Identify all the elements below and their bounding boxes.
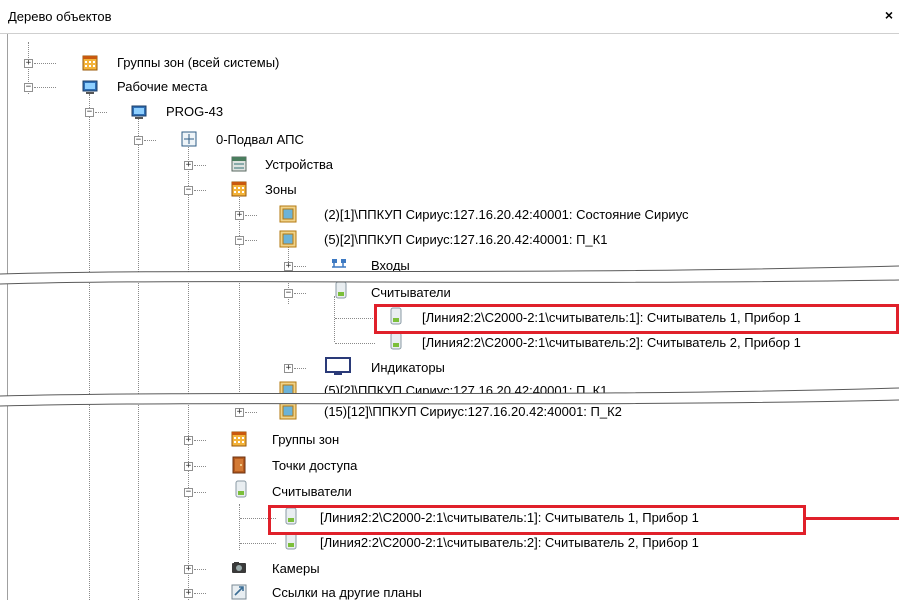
- collapse-toggle[interactable]: −: [184, 488, 193, 497]
- reader-icon: [390, 332, 402, 350]
- tree-item-label[interactable]: Группы зон (всей системы): [117, 55, 279, 70]
- link-icon: [231, 584, 247, 600]
- tree-line: [245, 240, 257, 241]
- tree-line: [95, 112, 107, 113]
- camera-icon: [232, 562, 246, 573]
- tree-line: [188, 142, 189, 600]
- tree-line: [334, 296, 335, 342]
- close-button[interactable]: ×: [885, 7, 893, 23]
- tree-item-label[interactable]: Рабочие места: [117, 79, 207, 94]
- tree-item-label[interactable]: Ссылки на другие планы: [272, 585, 422, 600]
- tree-item-label[interactable]: Считыватели: [272, 484, 352, 499]
- tree-line: [194, 569, 206, 570]
- tree-item-label[interactable]: Устройства: [265, 157, 333, 172]
- tree-item-label[interactable]: Зоны: [265, 182, 297, 197]
- tree-line: [240, 543, 276, 544]
- panel-title: Дерево объектов: [8, 9, 112, 24]
- expand-toggle[interactable]: +: [184, 462, 193, 471]
- tree-item-label[interactable]: (5)[2]\ППКУП Сириус:127.16.20.42:40001: …: [324, 232, 607, 247]
- plan-icon: [181, 131, 197, 147]
- tree-item-label[interactable]: [Линия2:2\С2000-2:1\считыватель:2]: Счит…: [320, 535, 699, 550]
- panel-header: Дерево объектов ×: [0, 0, 899, 34]
- tree-item-label[interactable]: Индикаторы: [371, 360, 445, 375]
- expand-toggle[interactable]: +: [184, 436, 193, 445]
- tree-line: [89, 94, 90, 600]
- zone-icon: [279, 205, 297, 223]
- tree-line: [194, 165, 206, 166]
- tree-line: [194, 593, 206, 594]
- expand-toggle[interactable]: +: [184, 161, 193, 170]
- tree-item-label[interactable]: Точки доступа: [272, 458, 357, 473]
- expand-toggle[interactable]: +: [24, 59, 33, 68]
- door-icon: [232, 456, 246, 474]
- tree-item-label[interactable]: Камеры: [272, 561, 320, 576]
- tree-item-label[interactable]: (2)[1]\ППКУП Сириус:127.16.20.42:40001: …: [324, 207, 689, 222]
- tree-item-label[interactable]: Группы зон: [272, 432, 339, 447]
- zone-icon: [279, 230, 297, 248]
- collapse-toggle[interactable]: −: [85, 108, 94, 117]
- expand-toggle[interactable]: +: [184, 589, 193, 598]
- tree-line: [194, 492, 206, 493]
- zones-icon: [231, 181, 247, 197]
- tree-line: [294, 293, 306, 294]
- collapse-toggle[interactable]: −: [134, 136, 143, 145]
- tree-line: [34, 63, 56, 64]
- tree-line: [294, 368, 306, 369]
- highlight-box: [374, 304, 899, 334]
- zone-group-icon: [82, 55, 98, 71]
- workstation-icon: [82, 80, 98, 94]
- tree-line: [144, 140, 156, 141]
- tree-line: [194, 466, 206, 467]
- tree-line: [138, 118, 139, 600]
- tree-line: [194, 440, 206, 441]
- expand-toggle[interactable]: +: [184, 565, 193, 574]
- tree-item-label[interactable]: 0-Подвал АПС: [216, 132, 304, 147]
- tree-line: [245, 215, 257, 216]
- tree-line: [194, 190, 206, 191]
- tree-line: [34, 87, 56, 88]
- tear-divider-top: [0, 265, 899, 285]
- tree-line: [335, 318, 375, 319]
- collapse-toggle[interactable]: −: [24, 83, 33, 92]
- monitor-icon: [325, 357, 351, 375]
- highlight-connector: [804, 517, 899, 520]
- collapse-toggle[interactable]: −: [184, 186, 193, 195]
- tree-line: [239, 190, 240, 400]
- expand-toggle[interactable]: +: [284, 364, 293, 373]
- computer-icon: [131, 105, 147, 119]
- zone-group-icon: [231, 431, 247, 447]
- collapse-toggle[interactable]: −: [235, 236, 244, 245]
- tree-line: [245, 412, 257, 413]
- tear-divider-bottom: [0, 387, 899, 407]
- collapse-toggle[interactable]: −: [284, 289, 293, 298]
- highlight-box: [268, 505, 806, 535]
- tree-item-label[interactable]: [Линия2:2\С2000-2:1\считыватель:2]: Счит…: [422, 335, 801, 350]
- reader-icon: [235, 480, 247, 498]
- tree-line: [335, 343, 375, 344]
- devices-icon: [231, 156, 247, 172]
- expand-toggle[interactable]: +: [235, 211, 244, 220]
- tree-item-label[interactable]: PROG-43: [166, 104, 223, 119]
